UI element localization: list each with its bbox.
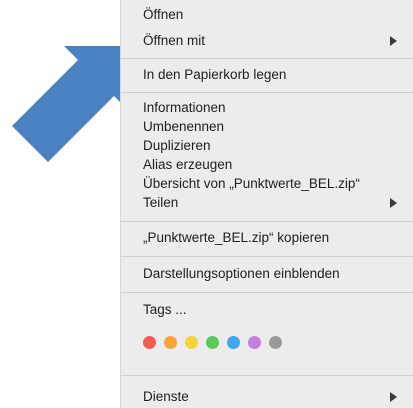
menu-item-copy-label: „Punktwerte_BEL.zip“ kopieren xyxy=(143,230,330,245)
menu-separator xyxy=(121,92,413,93)
submenu-chevron-icon xyxy=(390,392,397,402)
menu-item-quick-look-label: Übersicht von „Punktwerte_BEL.zip“ xyxy=(143,176,360,191)
menu-item-show-view-options-label: Darstellungsoptionen einblenden xyxy=(143,266,340,281)
tag-dot-orange[interactable] xyxy=(164,336,177,349)
menu-item-open-with[interactable]: Öffnen mit xyxy=(143,32,413,50)
pointer-arrow xyxy=(12,46,128,162)
menu-item-make-alias[interactable]: Alias erzeugen xyxy=(143,156,413,174)
menu-item-make-alias-label: Alias erzeugen xyxy=(143,157,233,172)
tag-dot-green[interactable] xyxy=(206,336,219,349)
menu-item-open[interactable]: Öffnen xyxy=(143,6,413,24)
menu-item-open-with-label: Öffnen mit xyxy=(143,33,206,48)
menu-separator xyxy=(121,58,413,59)
menu-item-move-to-trash-label: In den Papierkorb legen xyxy=(143,67,287,82)
tag-dot-red[interactable] xyxy=(143,336,156,349)
menu-item-rename-label: Umbenennen xyxy=(143,119,225,134)
menu-item-services-label: Dienste xyxy=(143,389,189,404)
menu-separator xyxy=(121,292,413,293)
tag-dot-gray[interactable] xyxy=(269,336,282,349)
menu-item-tags[interactable]: Tags ... xyxy=(143,301,413,319)
menu-item-tags-label: Tags ... xyxy=(143,302,187,317)
menu-item-move-to-trash[interactable]: In den Papierkorb legen xyxy=(143,66,413,84)
menu-item-open-label: Öffnen xyxy=(143,7,184,22)
submenu-chevron-icon xyxy=(390,198,397,208)
menu-separator xyxy=(121,256,413,257)
menu-item-quick-look[interactable]: Übersicht von „Punktwerte_BEL.zip“ xyxy=(143,175,413,193)
tag-dot-yellow[interactable] xyxy=(185,336,198,349)
menu-item-copy[interactable]: „Punktwerte_BEL.zip“ kopieren xyxy=(143,229,413,247)
menu-item-duplicate[interactable]: Duplizieren xyxy=(143,137,413,155)
pointer-arrow-shape xyxy=(12,46,128,162)
submenu-chevron-icon xyxy=(390,36,397,46)
tag-dot-purple[interactable] xyxy=(248,336,261,349)
menu-separator xyxy=(121,375,413,376)
menu-item-duplicate-label: Duplizieren xyxy=(143,138,211,153)
context-menu: Öffnen Öffnen mit In den Papierkorb lege… xyxy=(120,0,413,408)
menu-item-get-info-label: Informationen xyxy=(143,100,226,115)
menu-item-get-info[interactable]: Informationen xyxy=(143,99,413,117)
menu-separator xyxy=(121,221,413,222)
menu-item-rename[interactable]: Umbenennen xyxy=(143,118,413,136)
screenshot-stage: Öffnen Öffnen mit In den Papierkorb lege… xyxy=(0,0,413,408)
menu-item-show-view-options[interactable]: Darstellungsoptionen einblenden xyxy=(143,265,413,283)
menu-item-share[interactable]: Teilen xyxy=(143,194,413,212)
menu-item-share-label: Teilen xyxy=(143,195,179,210)
tag-dot-blue[interactable] xyxy=(227,336,240,349)
menu-item-services[interactable]: Dienste xyxy=(143,388,413,406)
